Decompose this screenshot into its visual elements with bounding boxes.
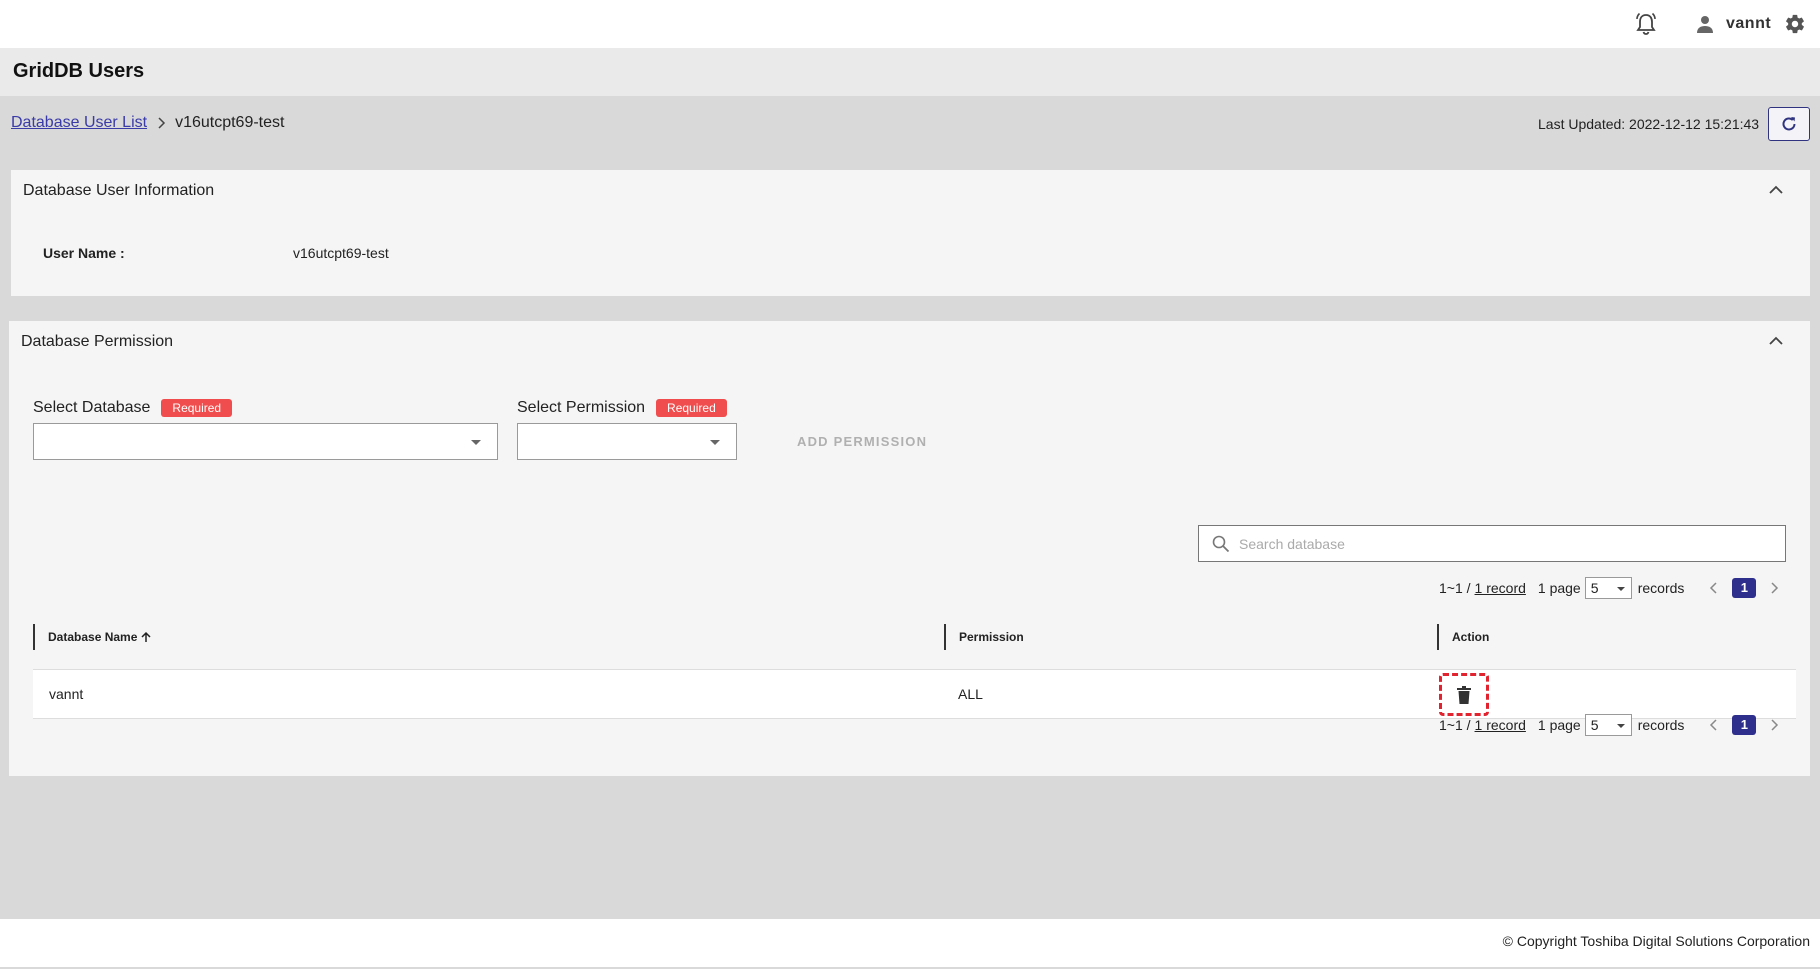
chevron-left-icon[interactable]	[1708, 719, 1720, 731]
table-row: vannt ALL	[33, 670, 1796, 719]
records-label: records	[1637, 717, 1685, 733]
breadcrumb-current: v16utcpt69-test	[175, 114, 285, 131]
add-permission-button[interactable]: ADD PERMISSION	[797, 434, 927, 449]
permission-table: Database Name Permission Action vannt AL…	[33, 624, 1796, 719]
bell-icon[interactable]	[1632, 10, 1660, 38]
caret-down-icon	[1616, 724, 1625, 728]
gear-icon[interactable]	[1784, 13, 1806, 35]
page-title: GridDB Users	[13, 60, 145, 82]
select-permission-label: Select Permission Required	[517, 399, 727, 417]
caret-down-icon	[710, 440, 720, 445]
page-size-value: 5	[1590, 580, 1599, 596]
user-name-label: User Name :	[43, 245, 125, 261]
caret-down-icon	[1616, 587, 1625, 591]
top-bar: vannt	[0, 0, 1820, 48]
select-database-label-text: Select Database	[33, 399, 151, 416]
chevron-up-icon[interactable]	[1768, 335, 1784, 347]
user-info-title: Database User Information	[23, 182, 215, 199]
permission-card: Database Permission Select Database Requ…	[9, 321, 1810, 776]
page-size-select[interactable]: 5	[1584, 577, 1632, 599]
chevron-right-icon[interactable]	[1768, 719, 1780, 731]
cell-database-name: vannt	[49, 686, 84, 702]
sort-arrow-up-icon[interactable]	[140, 631, 152, 643]
select-permission-dropdown[interactable]	[517, 423, 737, 460]
last-updated-text: Last Updated: 2022-12-12 15:21:43	[1538, 116, 1760, 132]
page-size-value: 5	[1590, 717, 1599, 733]
chevron-right-icon	[158, 117, 166, 129]
column-header-label: Permission	[959, 630, 1024, 644]
footer: © Copyright Toshiba Digital Solutions Co…	[0, 919, 1820, 967]
select-database-label: Select Database Required	[33, 399, 233, 417]
delete-permission-button[interactable]	[1439, 673, 1489, 716]
copyright-text: © Copyright Toshiba Digital Solutions Co…	[1502, 933, 1810, 949]
column-header-permission: Permission	[944, 624, 1024, 650]
user-info-card: Database User Information User Name : v1…	[11, 170, 1810, 296]
column-header-action: Action	[1437, 624, 1489, 650]
pager-range: 1~1 /	[1439, 580, 1471, 596]
breadcrumb-link-user-list[interactable]: Database User List	[11, 114, 147, 132]
pager-total-link[interactable]: 1 record	[1475, 717, 1526, 733]
user-name-value: v16utcpt69-test	[293, 245, 389, 261]
page-number-button[interactable]: 1	[1732, 715, 1757, 735]
trash-icon	[1457, 685, 1471, 704]
search-database-field[interactable]	[1198, 525, 1786, 562]
pager-range: 1~1 /	[1439, 717, 1471, 733]
required-badge: Required	[161, 399, 233, 417]
username-label[interactable]: vannt	[1726, 15, 1771, 33]
required-badge: Required	[656, 399, 727, 417]
column-header-label: Database Name	[48, 630, 138, 644]
page-number-button[interactable]: 1	[1732, 578, 1757, 598]
pager-bottom: 1~1 / 1 record 1 page 5 records 1	[1439, 714, 1780, 736]
pager-pages: 1 page	[1537, 580, 1581, 596]
pager-total-link[interactable]: 1 record	[1475, 580, 1526, 596]
cell-permission: ALL	[958, 686, 983, 702]
user-icon[interactable]	[1695, 14, 1715, 34]
permission-title: Database Permission	[21, 333, 174, 350]
table-header: Database Name Permission Action	[33, 624, 1796, 670]
column-header-database-name[interactable]: Database Name	[33, 624, 152, 650]
records-label: records	[1637, 580, 1685, 596]
breadcrumb: Database User List v16utcpt69-test	[11, 114, 284, 132]
search-database-input[interactable]	[1239, 532, 1769, 556]
chevron-up-icon[interactable]	[1768, 184, 1784, 196]
column-header-label: Action	[1452, 630, 1490, 644]
pager-top: 1~1 / 1 record 1 page 5 records 1	[1439, 577, 1780, 599]
refresh-icon	[1782, 117, 1796, 131]
select-permission-label-text: Select Permission	[517, 399, 646, 416]
chevron-left-icon[interactable]	[1708, 582, 1720, 594]
chevron-right-icon[interactable]	[1768, 582, 1780, 594]
page-size-select[interactable]: 5	[1584, 714, 1632, 736]
caret-down-icon	[471, 440, 481, 445]
refresh-button[interactable]	[1768, 107, 1810, 141]
pager-pages: 1 page	[1537, 717, 1581, 733]
title-bar: GridDB Users	[0, 48, 1820, 96]
search-icon	[1212, 535, 1230, 553]
select-database-dropdown[interactable]	[33, 423, 498, 460]
